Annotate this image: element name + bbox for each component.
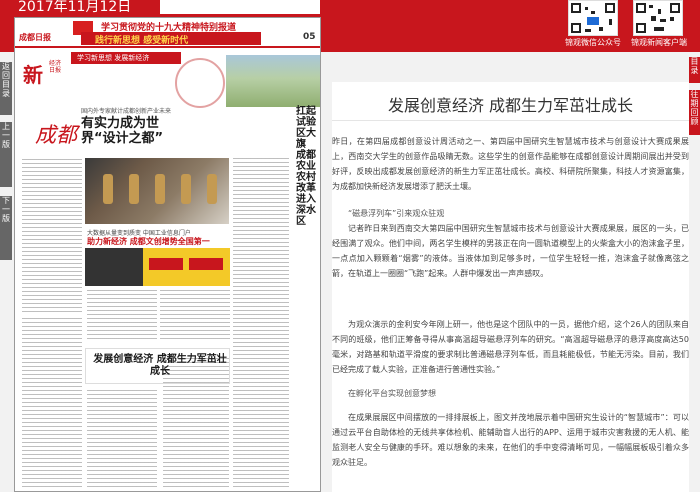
text-column bbox=[87, 390, 157, 488]
landscape-photo[interactable] bbox=[226, 55, 320, 107]
article-paragraph: 为观众演示的金利安今年刚上研一，他也是这个团队中的一员，据他介绍，这个26人的团… bbox=[332, 320, 689, 374]
article-subheading: 在孵化平台实现创意梦想 bbox=[348, 389, 436, 398]
newspaper-page[interactable]: 成都日报 学习贯彻党的十九大精神特别报道 践行新思想 感受新时代 05 新 经济… bbox=[14, 17, 321, 492]
wechat-qr-label: 锦观微信公众号 bbox=[565, 38, 621, 47]
article-paragraph: 昨日，在第四届成都创意设计周活动之一、第四届中国研究生智慧城市技术与创意设计大赛… bbox=[332, 137, 689, 191]
text-column bbox=[22, 159, 82, 314]
side-headline-line: 扛起试验区大旗 bbox=[296, 106, 316, 150]
decorative-circle bbox=[175, 58, 225, 108]
text-column bbox=[22, 318, 82, 488]
tab-next-page[interactable]: 下一版 bbox=[0, 196, 12, 260]
tab-back-to-contents[interactable]: 返回目录 bbox=[0, 62, 12, 115]
app-qr-label: 锦观新闻客户端 bbox=[631, 38, 687, 47]
page-number: 05 bbox=[303, 32, 316, 42]
scrollbar[interactable] bbox=[689, 140, 700, 492]
wechat-qr-icon bbox=[568, 0, 618, 36]
article-subheading: “磁悬浮列车”引来观众驻观 bbox=[348, 209, 445, 218]
section-mark: 新 bbox=[23, 63, 43, 87]
article-paragraph: 在成果展展区中间摆放的一排排展板上，图文并茂地展示着中国研究生设计的“智慧城市”… bbox=[332, 413, 689, 467]
banner-blank bbox=[160, 0, 320, 14]
article-headline-thumb[interactable]: 发展创意经济 成都生力军茁壮成长 bbox=[90, 354, 230, 378]
side-headline-line: 成都农业农村改革进入深水区 bbox=[296, 150, 316, 227]
article-paragraph: 记者昨日来到西南交大第四届中国研究生智慧城市技术与创意设计大赛成果展，展区的一头… bbox=[332, 224, 689, 278]
paper-logo: 成都日报 bbox=[19, 32, 51, 42]
lead-kicker: 国内外专家献计成都创新产业未来 bbox=[81, 108, 172, 115]
section-tag: 学习新思想 发展新经济 bbox=[71, 52, 181, 64]
tab-previous-page[interactable]: 上一版 bbox=[0, 122, 12, 187]
info-graphic-dark bbox=[85, 248, 143, 286]
text-column bbox=[233, 158, 289, 488]
masthead-subtitle: 践行新思想 感受新时代 bbox=[95, 36, 189, 46]
info-graphic-pill bbox=[189, 258, 223, 270]
text-column bbox=[87, 290, 157, 342]
article-panel: 发展创意经济 成都生力军茁壮成长 昨日，在第四届成都创意设计周活动之一、第四届中… bbox=[332, 82, 689, 492]
lead-headline[interactable]: 有实力成为世界“设计之都” bbox=[81, 116, 191, 146]
exhibition-photo[interactable] bbox=[85, 158, 229, 224]
issue-date: 2017年11月12日 bbox=[18, 0, 132, 15]
tab-contents[interactable]: 目录 bbox=[689, 57, 700, 83]
info-graphic[interactable] bbox=[85, 248, 230, 286]
ad-headline[interactable]: 助力新经济 成都文创增势全国第一 bbox=[87, 236, 210, 247]
calligraphy-chengdu: 成都 bbox=[35, 123, 77, 147]
tab-past-issues[interactable]: 往期回顾 bbox=[689, 90, 700, 135]
page-masthead: 成都日报 学习贯彻党的十九大精神特别报道 践行新思想 感受新时代 05 bbox=[15, 18, 320, 48]
info-graphic-pill bbox=[149, 258, 183, 270]
side-headline[interactable]: 扛起试验区大旗 成都农业农村改革进入深水区 bbox=[296, 106, 318, 227]
text-column bbox=[160, 290, 230, 342]
section-side-text: 经济日报 bbox=[49, 60, 62, 74]
title-divider bbox=[332, 120, 689, 121]
app-qr-icon bbox=[633, 0, 683, 36]
article-title: 发展创意经济 成都生力军茁壮成长 bbox=[387, 96, 634, 115]
